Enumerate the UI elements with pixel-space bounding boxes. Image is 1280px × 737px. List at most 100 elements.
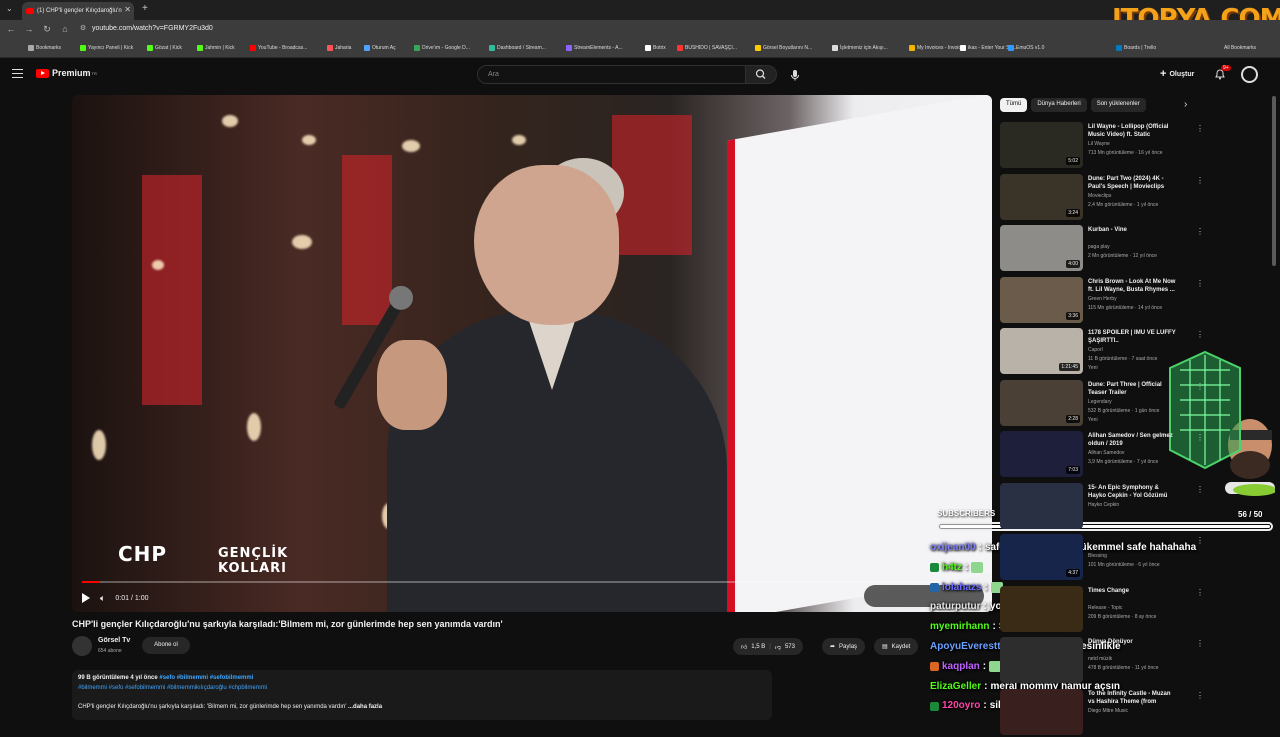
related-video[interactable]: 4:37 Blessing 101 Mn görüntüleme · 6 yıl ö… xyxy=(1000,534,1180,582)
tab-search-icon[interactable]: ⌄ xyxy=(6,4,13,13)
related-video[interactable]: 5:02 Lil Wayne - Lollipop (Official Music… xyxy=(1000,122,1180,170)
more-options-icon[interactable]: ⋮ xyxy=(1196,382,1204,391)
more-options-icon[interactable]: ⋮ xyxy=(1196,124,1204,133)
bookmark-item[interactable]: YouTube - Broadcas... xyxy=(250,45,307,51)
video-thumbnail[interactable] xyxy=(1000,482,1083,529)
more-options-icon[interactable]: ⋮ xyxy=(1196,330,1204,339)
create-button[interactable]: + Oluştur xyxy=(1160,68,1194,80)
page-scrollbar[interactable] xyxy=(1272,96,1276,266)
search-input[interactable]: Ara xyxy=(477,65,746,84)
channel-avatar[interactable] xyxy=(72,636,92,656)
share-button[interactable]: ➦ Paylaş xyxy=(822,638,866,655)
related-video-title[interactable]: 1178 SPOILER | IMU VE LUFFY ŞAŞIRTTI.. xyxy=(1088,329,1178,345)
related-video-channel[interactable]: Release - Topic xyxy=(1088,605,1122,611)
bookmark-item[interactable]: BUSHIDO | SAVAŞÇI... xyxy=(677,45,737,51)
volume-icon[interactable]: 🔈︎ xyxy=(100,593,105,604)
address-bar[interactable]: youtube.com/watch?v=FGRMY2Fu3d0 xyxy=(92,25,213,32)
save-button[interactable]: ▤ Kaydet xyxy=(874,638,919,655)
more-options-icon[interactable]: ⋮ xyxy=(1196,639,1204,648)
microphone-icon[interactable] xyxy=(788,68,802,82)
video-description[interactable]: 99 B görüntüleme 4 yıl önce #sefo #bilme… xyxy=(72,670,772,720)
related-video[interactable]: 3:24 Dune: Part Two (2024) 4K - Paul's Sp… xyxy=(1000,173,1180,222)
bookmark-item[interactable]: My Invoices - Invoic... xyxy=(909,45,965,51)
related-video-title[interactable]: Kurban - Vine xyxy=(1088,226,1178,234)
browser-tab-active[interactable]: (1) CHP'li gençler Kılıçdaroğlu'n ✕ xyxy=(22,2,134,20)
video-thumbnail[interactable]: 1:21:45 xyxy=(1000,328,1083,374)
related-video-channel[interactable]: Blessing xyxy=(1088,553,1107,559)
video-thumbnail[interactable]: 7:03 xyxy=(1000,431,1083,477)
description-tags[interactable]: #sefo #bilmemmi #sefobilmemmi xyxy=(159,675,253,681)
dislike-icon[interactable]: 👎︎ xyxy=(775,643,781,651)
related-video-title[interactable]: Times Change xyxy=(1088,587,1178,595)
related-video-title[interactable]: Dünya Dönüyor xyxy=(1088,638,1178,646)
related-video-title[interactable]: To the Infinity Castle - Muzan vs Hashir… xyxy=(1088,690,1178,706)
filter-chip[interactable]: Tümü xyxy=(1000,98,1028,112)
back-icon[interactable]: ← xyxy=(4,24,18,34)
show-more-link[interactable]: ...daha fazla xyxy=(348,704,382,710)
bookmark-item[interactable]: Boards | Trello xyxy=(1116,45,1156,51)
site-info-icon[interactable]: ⚙ xyxy=(76,24,90,32)
account-avatar[interactable] xyxy=(1241,66,1258,83)
video-thumbnail[interactable]: 4:00 xyxy=(1000,225,1083,271)
more-options-icon[interactable]: ⋮ xyxy=(1196,485,1204,494)
related-video-channel[interactable]: Caporl xyxy=(1088,347,1103,353)
related-video-channel[interactable]: Lil Wayne xyxy=(1088,141,1110,147)
bookmark-item[interactable]: StreamElements - A... xyxy=(566,45,623,51)
related-video-title[interactable]: Dune: Part Three | Official Teaser Trail… xyxy=(1088,381,1178,397)
bookmark-item[interactable]: Botrix xyxy=(645,45,666,51)
bookmark-item[interactable]: Gözat | Kick xyxy=(147,45,182,51)
home-icon[interactable]: ⌂ xyxy=(58,24,72,34)
video-thumbnail[interactable]: 4:37 xyxy=(1000,534,1083,580)
related-video[interactable]: 7:03 Alihan Samedov / Sen gelmez oldun / … xyxy=(1000,431,1180,479)
forward-icon[interactable]: → xyxy=(22,24,36,34)
filter-chip[interactable]: Dünya Haberleri xyxy=(1031,98,1087,112)
all-bookmarks-item[interactable]: All Bookmarks xyxy=(1224,45,1256,51)
related-video[interactable]: 2:28 Dune: Part Three | Official Teaser T… xyxy=(1000,379,1180,428)
video-progress-bar[interactable] xyxy=(82,581,982,583)
related-video-channel[interactable]: Green Herby xyxy=(1088,296,1117,302)
channel-name[interactable]: Görsel Tv xyxy=(98,637,130,644)
filter-chip[interactable]: Son yüklenenler xyxy=(1090,98,1146,112)
bookmark-item[interactable]: Drive'ım - Google D... xyxy=(414,45,470,51)
related-video[interactable]: 4:00 Kurban - Vine paga play 2 Mn görüntüle… xyxy=(1000,225,1180,273)
reload-icon[interactable]: ↻ xyxy=(40,24,54,35)
bookmark-item[interactable]: Bookmarks xyxy=(28,45,61,51)
description-hashtags[interactable]: #bilmemmi #sefo #sefobilmemmi #bilmemmik… xyxy=(78,685,267,691)
bookmark-item[interactable]: Dashboard / Stream... xyxy=(489,45,546,51)
video-player[interactable]: CHP GENÇLİK KOLLARI 🔈︎ 0:01 / 1:00 xyxy=(72,95,992,612)
chips-next-icon[interactable]: › xyxy=(1184,99,1187,110)
bookmark-item[interactable]: Yayıncı Paneli | Kick xyxy=(80,45,133,51)
related-video-title[interactable]: 15- An Epic Symphony & Hayko Cepkin - Yo… xyxy=(1088,484,1178,500)
related-video[interactable]: 1:21:45 1178 SPOILER | IMU VE LUFFY ŞAŞIR… xyxy=(1000,328,1180,376)
more-options-icon[interactable]: ⋮ xyxy=(1196,279,1204,288)
search-button[interactable] xyxy=(745,65,777,84)
related-video[interactable]: Dünya Dönüyor netd müzik 478 B görüntüleme… xyxy=(1000,637,1180,685)
related-video[interactable]: To the Infinity Castle - Muzan vs Hashir… xyxy=(1000,688,1180,737)
related-video-channel[interactable]: Legendary xyxy=(1088,399,1112,405)
related-video-title[interactable]: Dune: Part Two (2024) 4K - Paul's Speech… xyxy=(1088,175,1178,191)
bookmark-item[interactable]: Oturum Aç xyxy=(364,45,396,51)
bookmark-item[interactable]: Jaharia xyxy=(327,45,351,51)
more-options-icon[interactable]: ⋮ xyxy=(1196,227,1204,236)
more-options-icon[interactable]: ⋮ xyxy=(1196,691,1204,700)
related-video-title[interactable]: Lil Wayne - Lollipop (Official Music Vid… xyxy=(1088,123,1178,139)
related-video-channel[interactable]: Hayko Cepkin xyxy=(1088,502,1119,508)
video-thumbnail[interactable]: 5:02 xyxy=(1000,122,1083,168)
related-video-title[interactable]: Chris Brown - Look At Me Now ft. Lil Way… xyxy=(1088,278,1178,294)
related-video[interactable]: 15- An Epic Symphony & Hayko Cepkin - Yo… xyxy=(1000,482,1180,531)
related-video-channel[interactable]: Diego Mitre Music xyxy=(1088,708,1128,714)
more-options-icon[interactable]: ⋮ xyxy=(1196,433,1204,442)
new-tab-icon[interactable]: + xyxy=(142,3,148,14)
more-options-icon[interactable]: ⋮ xyxy=(1196,176,1204,185)
related-video[interactable]: 3:36 Chris Brown - Look At Me Now ft. Lil… xyxy=(1000,276,1180,325)
related-video[interactable]: Times Change Release - Topic 209 B görüntü… xyxy=(1000,585,1180,634)
more-options-icon[interactable]: ⋮ xyxy=(1196,536,1204,545)
more-options-icon[interactable]: ⋮ xyxy=(1196,588,1204,597)
related-video-channel[interactable]: Alihan Samedov xyxy=(1088,450,1124,456)
bookmark-item[interactable]: Görsel Boyutlarını N... xyxy=(755,45,812,51)
video-thumbnail[interactable] xyxy=(1000,637,1083,683)
like-button[interactable]: 👍︎ 1,5 B | 👎︎ 573 xyxy=(733,638,803,655)
related-video-title[interactable]: Alihan Samedov / Sen gelmez oldun / 2019 xyxy=(1088,432,1178,448)
play-icon[interactable] xyxy=(82,593,90,603)
video-thumbnail[interactable] xyxy=(1000,688,1083,735)
